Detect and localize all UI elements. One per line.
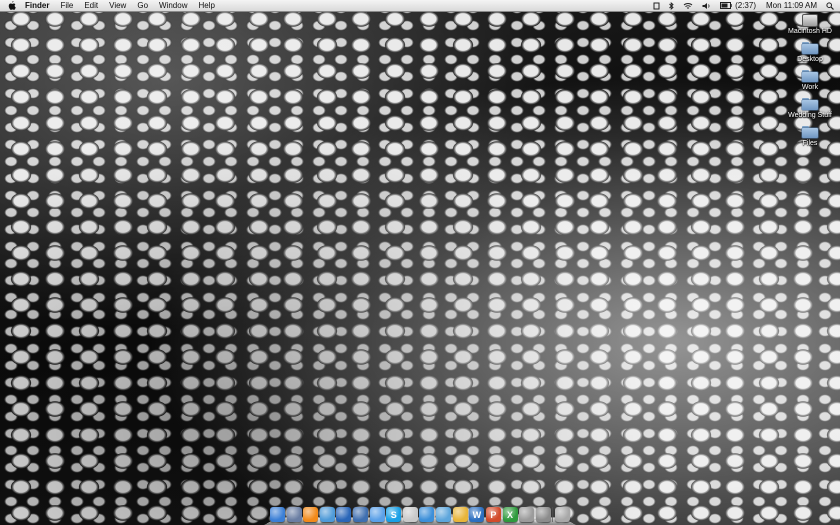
desktop-icon-desktop[interactable]: Desktop	[786, 42, 834, 64]
desktop-icon-label: Files	[802, 140, 818, 147]
battery-time[interactable]: (2:37)	[735, 0, 756, 11]
wallpaper	[0, 0, 840, 525]
word-icon[interactable]: W	[469, 507, 485, 522]
menu-bar: Finder File Edit View Go Window Help (2:…	[0, 0, 840, 12]
thunderbird-icon[interactable]	[353, 507, 369, 522]
globe-icon[interactable]	[436, 507, 452, 522]
clock[interactable]: Mon 11:09 AM	[766, 0, 817, 11]
skype-icon[interactable]: S	[386, 507, 402, 522]
desktop-icon-wedding-stuff[interactable]: Wedding Stuff	[786, 98, 834, 120]
hard-disk-icon	[802, 14, 818, 27]
volume-icon[interactable]	[702, 2, 711, 10]
menu-edit[interactable]: Edit	[84, 0, 98, 11]
bluetooth-icon[interactable]	[669, 1, 674, 10]
battery-icon[interactable]	[720, 2, 732, 9]
dock: S WPX	[264, 503, 576, 525]
menu-finder[interactable]: Finder	[25, 0, 49, 11]
powerpoint-icon[interactable]: P	[485, 507, 501, 522]
menu-help[interactable]: Help	[198, 0, 214, 11]
dock-items: S WPX	[270, 505, 570, 522]
desktop-icon-macintosh-hd[interactable]: Macintosh HD	[786, 14, 834, 36]
desktop[interactable]: Finder File Edit View Go Window Help (2:…	[0, 0, 840, 525]
finder-icon[interactable]	[270, 507, 285, 522]
menu-view[interactable]: View	[109, 0, 126, 11]
menu-window[interactable]: Window	[159, 0, 187, 11]
menu-file[interactable]: File	[60, 0, 73, 11]
desktop-icon-label: Macintosh HD	[788, 28, 832, 35]
folder-icon	[802, 98, 818, 111]
folder-icon	[802, 42, 818, 55]
system-prefs-icon[interactable]	[535, 507, 551, 522]
status-area: (2:37) Mon 11:09 AM	[644, 0, 840, 11]
spotlight-icon[interactable]	[826, 1, 834, 10]
desktop-icon-label: Wedding Stuff	[788, 112, 832, 119]
desktop-icon-files[interactable]: Files	[786, 126, 834, 148]
desktop-icons: Macintosh HD Desktop Work Wedding Stuff …	[786, 14, 834, 154]
dock-separator	[552, 507, 554, 522]
folder-icon	[802, 70, 818, 83]
excel-icon[interactable]: X	[502, 507, 518, 522]
vlc-icon[interactable]	[303, 507, 319, 522]
trash-icon[interactable]	[554, 507, 570, 522]
wifi-icon[interactable]	[683, 2, 693, 10]
menu-go[interactable]: Go	[137, 0, 148, 11]
launcher-icon[interactable]	[286, 507, 302, 522]
desktop-icon-label: Desktop	[797, 56, 823, 63]
folder-icon	[802, 126, 818, 139]
mail-icon[interactable]	[336, 507, 352, 522]
pen-icon[interactable]	[452, 507, 468, 522]
ichat-icon[interactable]	[369, 507, 385, 522]
apple-menu[interactable]	[7, 1, 17, 11]
preview-icon[interactable]	[519, 507, 535, 522]
itunes-icon[interactable]	[319, 507, 335, 522]
calendar-icon[interactable]	[402, 507, 418, 522]
script-icon[interactable]	[653, 2, 660, 10]
safari-icon[interactable]	[419, 507, 435, 522]
desktop-icon-work[interactable]: Work	[786, 70, 834, 92]
desktop-icon-label: Work	[801, 84, 819, 91]
apple-icon	[8, 1, 16, 10]
